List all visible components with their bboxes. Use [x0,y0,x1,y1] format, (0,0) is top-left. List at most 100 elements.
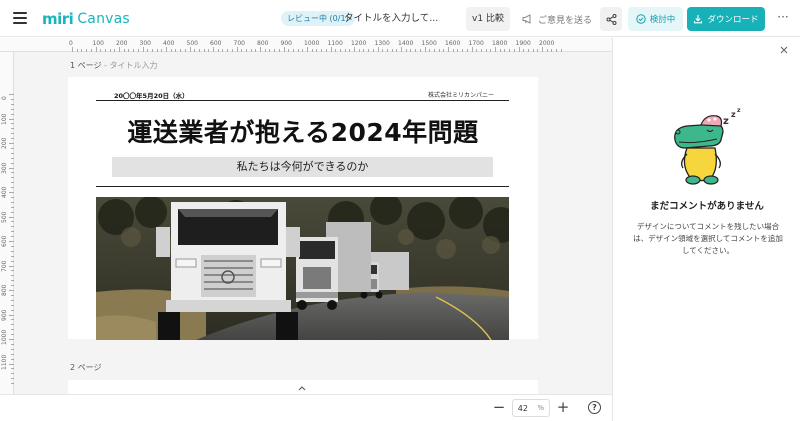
ruler-tick [546,49,548,52]
ruler-v-label: 400 [1,186,8,198]
empty-comments-description: デザインについてコメントを残したい場合は、デザイン領域を選択してコメントを追加し… [633,222,783,255]
ruler-tick [429,49,431,52]
ruler-h-label: 600 [210,40,222,47]
ruler-tick [11,255,14,257]
doc-company[interactable]: 株式会社ミリカンパニー [428,90,494,99]
ruler-tick [527,49,529,52]
ruler-tick [11,358,14,360]
ruler-tick [283,47,285,52]
check-circle-icon [636,14,646,24]
ruler-tick [11,113,14,115]
doc-date[interactable]: 20〇〇年5月20日（水） [114,90,189,100]
ruler-tick [11,138,14,140]
ruler-h-label: 1900 [515,40,531,47]
ruler-tick [9,118,14,120]
ruler-h-label: 0 [69,40,73,47]
version-compare-button[interactable]: v1 比較 [466,7,510,31]
download-button[interactable]: ダウンロード [687,7,765,31]
ruler-tick [264,49,266,52]
ruler-tick [255,49,257,52]
ruler-tick [9,216,14,218]
page-1-label[interactable]: 1 ページ - タイトル入力 [70,60,157,71]
doc-subtitle: 私たちは今何ができるのか [236,160,369,173]
ruler-tick [377,47,379,52]
page-1[interactable]: 20〇〇年5月20日（水） 株式会社ミリカンパニー 運送業者が抱える2024年問… [68,77,538,340]
ruler-tick [391,49,393,52]
collapse-pages-tab[interactable] [283,383,321,394]
ruler-tick [11,275,14,277]
ruler-tick [109,49,111,52]
ruler-tick [11,353,14,355]
ruler-tick [166,47,167,52]
zoom-in-button[interactable]: + [555,400,571,416]
doc-headline[interactable]: 運送業者が抱える2024年問題 [68,113,538,149]
ruler-h-label: 1500 [421,40,437,47]
ruler-tick [274,49,276,52]
ruler-h-label: 100 [92,40,104,47]
share-button[interactable] [600,7,622,31]
document-title[interactable]: タイトルを入力して... [344,11,438,26]
more-options-button[interactable]: ··· [774,10,792,28]
canvas-area[interactable]: 0 100 200 300 400 500 600 700 800 900 1000 1100 1200… [0,38,612,394]
app-logo[interactable]: miri Canvas [42,9,130,29]
ruler-tick [11,319,14,321]
close-icon[interactable] [778,44,790,56]
ruler-tick [556,49,558,52]
hamburger-menu-icon[interactable] [13,12,27,24]
ruler-tick [9,192,14,193]
ruler-tick [11,334,14,336]
ruler-tick [339,49,341,52]
ruler-tick [86,49,88,52]
ruler-tick [509,49,511,52]
ruler-tick [344,49,346,52]
ruler-tick [9,265,14,267]
review-status-button[interactable]: 検討中 [628,7,683,31]
ruler-tick [9,143,14,144]
zoom-out-button[interactable]: − [491,400,507,416]
zoom-level-input[interactable]: 42 % [512,399,550,417]
ruler-tick [410,49,412,52]
ruler-tick [452,49,454,52]
ruler-tick [9,167,14,169]
subtitle-box[interactable]: 私たちは今何ができるのか [112,157,493,177]
ruler-tick [147,49,149,52]
feedback-button[interactable]: ご意見を送る [522,7,592,31]
svg-text:z: z [737,107,741,114]
logo-mark: miri [42,10,74,28]
comments-panel: z z z まだコメントがありません デザインについてコメントを残したい場合は、… [612,38,800,421]
truck-photo[interactable] [96,197,509,340]
ruler-tick [401,47,402,52]
ruler-tick [11,373,14,375]
ruler-tick [513,49,515,52]
ruler-tick [386,49,388,52]
page-1-title-input[interactable]: - タイトル入力 [104,61,157,70]
ruler-tick [537,49,539,52]
ruler-tick [382,49,384,52]
ruler-tick [11,343,14,345]
ruler-h-label: 1600 [445,40,461,47]
ruler-tick [11,128,14,130]
ruler-tick [518,47,520,52]
ruler-tick [466,49,468,52]
ruler-tick [9,241,14,242]
ruler-tick [311,49,313,52]
ruler-tick [335,49,337,52]
ruler-tick [485,49,487,52]
svg-text:z: z [731,110,736,119]
ruler-h-label: 200 [116,40,128,47]
ruler-tick [11,299,14,301]
ruler-tick [11,348,14,350]
ruler-tick [476,49,478,52]
help-icon[interactable]: ? [588,401,601,414]
horizontal-ruler: 0 100 200 300 400 500 600 700 800 900 1000 1100 1200… [0,38,612,52]
ruler-h-label: 500 [186,40,198,47]
page-1-number: 1 ページ [70,61,102,70]
ruler-h-label: 1200 [351,40,367,47]
ruler-tick [278,49,280,52]
ruler-tick [208,49,210,52]
ruler-tick [133,49,135,52]
page-2-label[interactable]: 2 ページ [70,362,101,373]
bottom-bar: − 42 % + ? [0,394,612,421]
ruler-tick [292,49,294,52]
ruler-tick [11,152,14,154]
